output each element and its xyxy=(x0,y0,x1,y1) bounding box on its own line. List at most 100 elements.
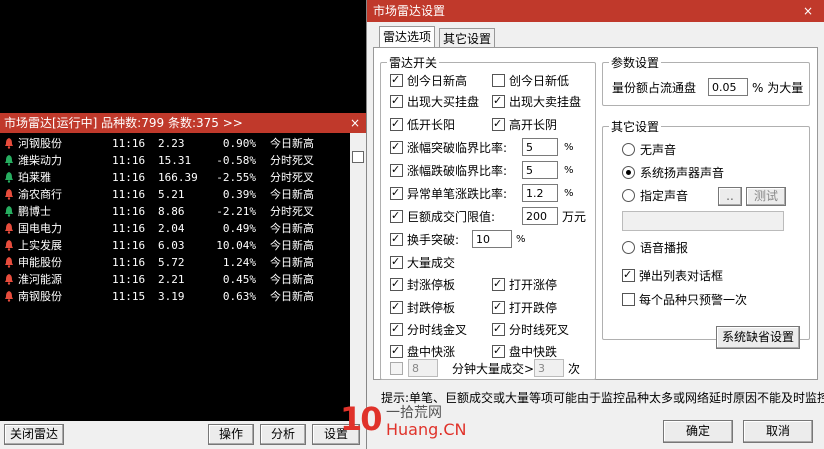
radar-row[interactable]: 国电电力 11:16 2.04 0.49% 今日新高 xyxy=(0,220,350,237)
popup-checkbox[interactable]: 弹出列表对话框 xyxy=(622,267,723,284)
radar-checkbox[interactable] xyxy=(352,151,364,163)
stock-name: 南钢股份 xyxy=(18,290,62,303)
tab-radar-options[interactable]: 雷达选项 xyxy=(379,26,436,49)
bell-icon xyxy=(4,274,14,285)
open-limit-up-checkbox[interactable]: 打开涨停 xyxy=(492,276,557,293)
radar-row[interactable]: 鹏博士 11:16 8.86 -2.21% 分时死叉 xyxy=(0,203,350,220)
rise-break-input[interactable]: 5 xyxy=(522,138,558,156)
big-buy-checkbox[interactable]: 出现大买挂盘 xyxy=(390,93,479,110)
system-sound-radio[interactable]: 系统扬声器声音 xyxy=(622,165,724,181)
radar-titlebar[interactable]: 市场雷达[运行中] 品种数:799 条数:375 >> × xyxy=(0,113,366,133)
row-price: 5.21 xyxy=(158,188,185,201)
minute-input[interactable]: 8 xyxy=(408,359,438,377)
row-pct: 1.24% xyxy=(222,256,256,269)
ok-button[interactable]: 确定 xyxy=(663,420,733,443)
limit-down-seal-checkbox[interactable]: 封跌停板 xyxy=(390,299,455,316)
row-signal: 分时死叉 xyxy=(270,171,314,184)
browse-sound-button[interactable]: .. xyxy=(718,187,742,206)
watermark-cn: 一拾荒网 xyxy=(386,405,442,421)
row-price: 2.23 xyxy=(158,137,185,150)
once-checkbox[interactable]: 每个品种只预警一次 xyxy=(622,292,747,308)
big-volume-checkbox[interactable]: 大量成交 xyxy=(390,254,455,271)
dialog-close-icon[interactable]: × xyxy=(803,0,813,22)
limit-up-seal-checkbox[interactable]: 封涨停板 xyxy=(390,276,455,293)
row-pct: 10.04% xyxy=(216,239,256,252)
dialog-titlebar[interactable]: 市场雷达设置 × xyxy=(367,0,824,22)
watermark-url: Huang.CN xyxy=(386,420,467,439)
row-pct: -2.21% xyxy=(216,205,256,218)
new-high-checkbox[interactable]: 创今日新高 xyxy=(390,72,467,89)
analyze-button[interactable]: 分析 xyxy=(260,424,306,445)
death-cross-checkbox[interactable]: 分时线死叉 xyxy=(492,321,569,338)
row-price: 8.86 xyxy=(158,205,185,218)
huge-trade-input[interactable]: 200 xyxy=(522,207,558,225)
row-pct: 0.45% xyxy=(222,273,256,286)
radar-row[interactable]: 上实发展 11:16 6.03 10.04% 今日新高 xyxy=(0,237,350,254)
turnover-checkbox[interactable]: 换手突破: xyxy=(390,231,459,248)
rise-break-unit: % xyxy=(564,142,574,153)
huge-trade-checkbox[interactable]: 巨额成交门限值: xyxy=(390,208,495,225)
turnover-unit: % xyxy=(516,234,526,245)
radar-row[interactable]: 淮河能源 11:16 2.21 0.45% 今日新高 xyxy=(0,271,350,288)
stock-name: 上实发展 xyxy=(18,239,62,252)
low-open-up-checkbox[interactable]: 低开长阳 xyxy=(390,116,455,133)
test-sound-button[interactable]: 测试 xyxy=(746,187,786,206)
times-input[interactable]: 3 xyxy=(534,359,564,377)
turnover-input[interactable]: 10 xyxy=(472,230,512,248)
row-pct: -2.55% xyxy=(216,171,256,184)
row-time: 11:16 xyxy=(112,222,146,235)
row-time: 11:16 xyxy=(112,154,146,167)
operate-button[interactable]: 操作 xyxy=(208,424,254,445)
row-signal: 今日新高 xyxy=(270,256,314,269)
fall-break-input[interactable]: 5 xyxy=(522,161,558,179)
row-signal: 今日新高 xyxy=(270,188,314,201)
sound-path-input[interactable] xyxy=(622,211,784,231)
radar-row[interactable]: 珀莱雅 11:16 166.39 -2.55% 分时死叉 xyxy=(0,169,350,186)
minute-volume-checkbox[interactable] xyxy=(390,361,407,377)
rise-break-checkbox[interactable]: 涨幅突破临界比率: xyxy=(390,139,507,156)
fast-rise-checkbox[interactable]: 盘中快涨 xyxy=(390,343,455,360)
row-time: 11:16 xyxy=(112,256,146,269)
high-open-down-checkbox[interactable]: 高开长阴 xyxy=(492,116,557,133)
voice-radio[interactable]: 语音播报 xyxy=(622,240,688,256)
stock-name: 珀莱雅 xyxy=(18,171,51,184)
radar-settings-dialog: 市场雷达设置 × 雷达选项 其它设置 雷达开关 创今日新高 创今日新低 出现大买… xyxy=(366,0,824,449)
row-signal: 今日新高 xyxy=(270,222,314,235)
open-limit-down-checkbox[interactable]: 打开跌停 xyxy=(492,299,557,316)
radar-row[interactable]: 申能股份 11:16 5.72 1.24% 今日新高 xyxy=(0,254,350,271)
bell-icon xyxy=(4,291,14,302)
tab-other-settings[interactable]: 其它设置 xyxy=(439,28,496,49)
radar-close-icon[interactable]: × xyxy=(350,113,360,133)
row-price: 15.31 xyxy=(158,154,192,167)
row-price: 3.19 xyxy=(158,290,185,303)
abnormal-checkbox[interactable]: 异常单笔涨跌比率: xyxy=(390,185,507,202)
cancel-button[interactable]: 取消 xyxy=(743,420,813,443)
radar-row[interactable]: 渝农商行 11:16 5.21 0.39% 今日新高 xyxy=(0,186,350,203)
param-suffix: % 为大量 xyxy=(752,81,804,95)
row-signal: 分时死叉 xyxy=(270,205,314,218)
minute-label: 分钟大量成交> xyxy=(452,362,535,376)
no-sound-radio[interactable]: 无声音 xyxy=(622,142,676,158)
stock-name: 渝农商行 xyxy=(18,188,62,201)
radar-scrollbar[interactable] xyxy=(350,133,366,421)
fast-fall-checkbox[interactable]: 盘中快跌 xyxy=(492,343,557,360)
fall-break-checkbox[interactable]: 涨幅跌破临界比率: xyxy=(390,162,507,179)
stock-name: 申能股份 xyxy=(18,256,62,269)
param-input[interactable]: 0.05 xyxy=(708,78,748,96)
radar-row[interactable]: 南钢股份 11:15 3.19 0.63% 今日新高 xyxy=(0,288,350,305)
stock-name: 国电电力 xyxy=(18,222,62,235)
bell-icon xyxy=(4,172,14,183)
close-radar-button[interactable]: 关闭雷达 xyxy=(4,424,64,445)
abnormal-input[interactable]: 1.2 xyxy=(522,184,558,202)
new-low-checkbox[interactable]: 创今日新低 xyxy=(492,73,569,89)
default-settings-button[interactable]: 系统缺省设置 xyxy=(716,326,800,349)
row-time: 11:16 xyxy=(112,137,146,150)
big-sell-checkbox[interactable]: 出现大卖挂盘 xyxy=(492,93,581,110)
row-time: 11:16 xyxy=(112,239,146,252)
golden-cross-checkbox[interactable]: 分时线金叉 xyxy=(390,321,467,338)
radar-window: 市场雷达[运行中] 品种数:799 条数:375 >> × 河钢股份 11:16 2… xyxy=(0,113,366,449)
custom-sound-radio[interactable]: 指定声音 xyxy=(622,188,688,204)
times-label: 次 xyxy=(568,362,581,376)
radar-row[interactable]: 潍柴动力 11:16 15.31 -0.58% 分时死叉 xyxy=(0,152,350,169)
radar-row[interactable]: 河钢股份 11:16 2.23 0.90% 今日新高 xyxy=(0,135,350,152)
